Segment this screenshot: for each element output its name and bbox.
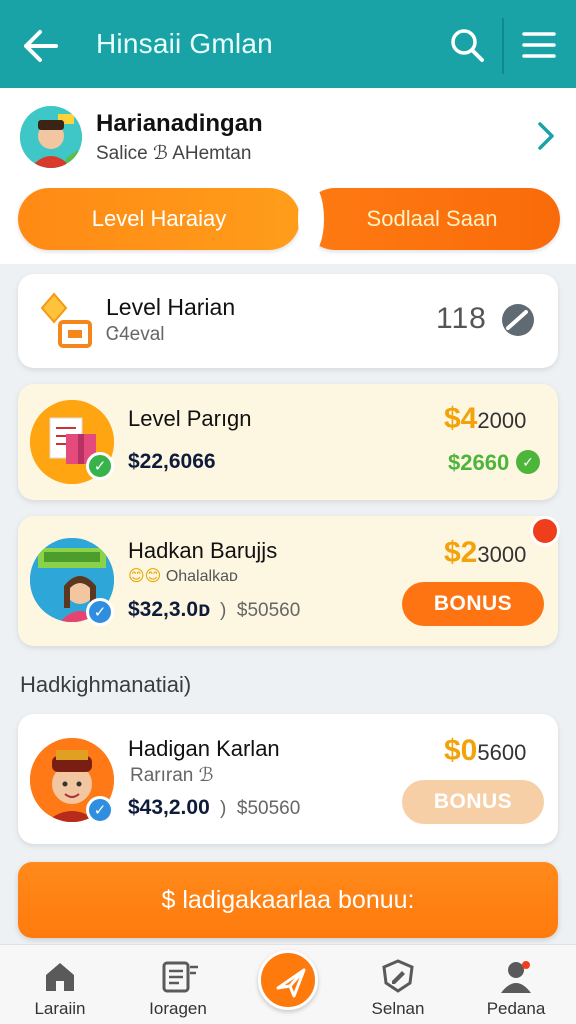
card-subtitle: Rarıran ℬ bbox=[130, 765, 214, 786]
check-icon: ✓ bbox=[86, 796, 114, 824]
reward-amount: $42000 bbox=[444, 402, 526, 436]
avatar[interactable] bbox=[20, 106, 82, 168]
card-subtitle: Ꮳ4eval bbox=[106, 324, 165, 345]
shield-edit-icon bbox=[382, 959, 414, 993]
search-icon[interactable] bbox=[448, 26, 486, 64]
old-price: ) $50560 bbox=[220, 798, 300, 820]
old-price-value: $50560 bbox=[236, 798, 301, 819]
nav-label: Laraiin bbox=[34, 999, 86, 1018]
nav-item-send[interactable] bbox=[258, 950, 318, 1010]
hamburger-menu-icon[interactable] bbox=[520, 28, 558, 62]
price-separator: ) bbox=[220, 798, 237, 819]
reward-amount-small: 5600 bbox=[477, 740, 527, 765]
nav-item-settings[interactable]: Selnan bbox=[338, 945, 458, 1024]
nav-label: Pedana bbox=[486, 999, 546, 1018]
home-icon bbox=[46, 963, 74, 991]
arrow-left-icon[interactable] bbox=[22, 28, 60, 64]
old-price-value: $50560 bbox=[236, 600, 301, 621]
emoji-row: 😊😊 Ohalalkaᴅ bbox=[128, 566, 238, 586]
emoji-text: Ohalalkaᴅ bbox=[165, 568, 238, 585]
bonus-button[interactable]: BONUS bbox=[402, 780, 544, 824]
nav-label: Ioragen bbox=[149, 999, 207, 1018]
nav-item-home[interactable]: Laraiin bbox=[0, 945, 120, 1024]
header-divider bbox=[502, 18, 504, 74]
card-title: Hadigan Karlan bbox=[128, 736, 280, 761]
card-title: Level Parıgn bbox=[128, 406, 252, 431]
reward-amount-big: $4 bbox=[444, 402, 478, 435]
reward-amount: $23000 bbox=[444, 536, 526, 570]
reward-amount-small: 2000 bbox=[477, 408, 527, 433]
send-icon bbox=[276, 968, 306, 998]
old-price: ) $50560 bbox=[220, 600, 300, 622]
reward-amount-small: 3000 bbox=[477, 542, 527, 567]
reward-amount-big: $2 bbox=[444, 536, 478, 569]
top-app-bar: Hinsaii Gmlan bbox=[0, 0, 576, 88]
document-list-icon bbox=[162, 961, 198, 993]
card-title: Level Harian bbox=[106, 294, 236, 320]
level-count: 118 bbox=[436, 302, 487, 335]
card-title: Hadkan Barujjs bbox=[128, 538, 278, 563]
nav-item-profile[interactable]: Pedana bbox=[456, 945, 576, 1024]
card-price: $43,2.00 bbox=[128, 796, 210, 819]
tab-level[interactable]: Level Haraiay bbox=[18, 188, 300, 250]
diamond-icon bbox=[36, 292, 94, 352]
card-price: $22,6066 bbox=[128, 450, 216, 473]
claim-bonus-button[interactable]: $ ladigakaarlaa bonuu: bbox=[18, 862, 558, 938]
price-separator: ) bbox=[220, 600, 237, 621]
check-icon: ✓ bbox=[86, 452, 114, 480]
profile-name: Harianadingan bbox=[96, 110, 263, 137]
nav-item-documents[interactable]: Ioragen bbox=[118, 945, 238, 1024]
reward-amount: $05600 bbox=[444, 734, 526, 768]
green-amount: $2660 bbox=[448, 450, 510, 475]
page-title: Hinsaii Gmlan bbox=[96, 28, 273, 59]
profile-subtitle: Salice ℬ AHemtan bbox=[96, 143, 252, 164]
reward-amount-big: $0 bbox=[444, 734, 478, 767]
nav-label: Selnan bbox=[371, 999, 425, 1018]
card-price: $32,3.0ᴅ bbox=[128, 598, 211, 621]
section-heading: Hadkighmanatiai) bbox=[20, 672, 192, 697]
bonus-button[interactable]: BONUS bbox=[402, 582, 544, 626]
tab-separator bbox=[298, 184, 324, 254]
gauge-icon bbox=[500, 302, 536, 338]
check-icon: ✓ bbox=[516, 450, 540, 474]
person-icon bbox=[501, 961, 531, 993]
tab-social[interactable]: Sodlaal Saan bbox=[304, 188, 560, 250]
smile-icon: 😊😊 bbox=[128, 568, 162, 585]
notification-dot bbox=[530, 516, 560, 546]
check-icon: ✓ bbox=[86, 598, 114, 626]
chevron-right-icon[interactable] bbox=[534, 118, 560, 154]
